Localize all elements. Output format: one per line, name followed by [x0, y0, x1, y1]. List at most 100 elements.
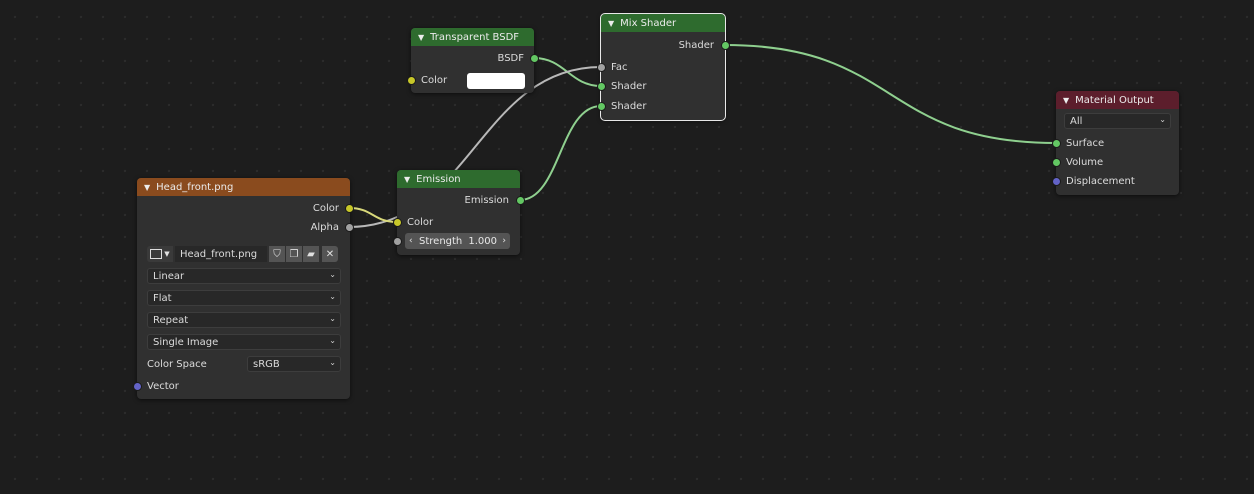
emission-header[interactable]: ▼ Emission: [397, 170, 520, 188]
bsdf-output-row: BSDF: [411, 49, 524, 67]
emission-node[interactable]: ▼ Emission Emission Color ‹ Strength 1.0…: [393, 170, 525, 255]
projection-dropdown[interactable]: Flat ⌄: [147, 290, 341, 306]
emission-output-label: Emission: [464, 194, 510, 206]
close-icon: ✕: [325, 248, 335, 260]
fake-user-button[interactable]: ⛉: [269, 246, 285, 262]
emission-output-row: Emission: [397, 191, 510, 209]
tex-vector-row: Vector: [147, 377, 179, 395]
link-bsdf-to-shader1: [533, 57, 602, 87]
source-dropdown[interactable]: Single Image ⌄: [147, 334, 341, 350]
emission-color-row: Color: [407, 213, 433, 231]
decrement-arrow-icon[interactable]: ‹: [409, 236, 413, 246]
image-texture-node[interactable]: ▼ Head_front.png Color Alpha ▼ Head_fron…: [133, 178, 354, 399]
increment-arrow-icon[interactable]: ›: [502, 236, 506, 246]
chevron-down-icon[interactable]: ▼: [608, 19, 614, 28]
strength-label: Strength: [419, 235, 463, 247]
image-texture-title: Head_front.png: [156, 181, 234, 193]
chevron-down-icon: ⌄: [329, 336, 336, 345]
emission-color-label: Color: [407, 216, 434, 228]
bsdf-color-label-row: Color: [421, 71, 447, 89]
mix-shader2-label: Shader: [611, 100, 647, 112]
projection-value: Flat: [153, 292, 172, 304]
emission-strength-socket[interactable]: [393, 237, 402, 246]
interpolation-value: Linear: [153, 270, 185, 282]
mix-shader1-row: Shader: [611, 77, 646, 95]
tex-color-output-label: Color: [312, 202, 339, 214]
chevron-down-icon[interactable]: ▼: [144, 183, 150, 192]
surface-input-socket[interactable]: [1052, 139, 1061, 148]
mix-shader2-row: Shader: [611, 97, 646, 115]
unlink-image-button[interactable]: ✕: [322, 246, 338, 262]
tex-color-output-row: Color: [137, 199, 339, 217]
strength-value: 1.000: [468, 235, 497, 247]
material-output-node[interactable]: ▼ Material Output All ⌄ Surface Volume D…: [1052, 91, 1179, 195]
color-space-dropdown[interactable]: sRGB ⌄: [247, 356, 341, 372]
tex-vector-input-socket[interactable]: [133, 382, 142, 391]
color-space-label: Color Space: [147, 358, 207, 370]
open-image-button[interactable]: ▰: [303, 246, 319, 262]
chevron-down-icon: ⌄: [329, 292, 336, 301]
output-target-dropdown[interactable]: All ⌄: [1064, 113, 1171, 129]
bsdf-color-swatch[interactable]: [467, 73, 525, 89]
image-texture-header[interactable]: ▼ Head_front.png: [137, 178, 350, 196]
link-shader-to-surface: [724, 44, 1057, 144]
chevron-down-icon: ⌄: [1159, 115, 1166, 124]
link-color-to-emission: [348, 207, 398, 223]
mix-shader-header[interactable]: ▼ Mix Shader: [601, 14, 725, 32]
material-output-header[interactable]: ▼ Material Output: [1056, 91, 1179, 109]
volume-label: Volume: [1066, 156, 1104, 168]
tex-color-output-socket[interactable]: [345, 204, 354, 213]
shield-icon: ⛉: [273, 248, 281, 260]
folder-icon: ▰: [307, 248, 315, 260]
emission-output-socket[interactable]: [516, 196, 525, 205]
tex-alpha-output-row: Alpha: [137, 218, 339, 236]
tex-vector-label: Vector: [147, 380, 179, 392]
mix-output-row: Shader: [601, 36, 714, 54]
mix-shader1-socket[interactable]: [597, 82, 606, 91]
mix-fac-row: Fac: [611, 58, 627, 76]
image-browse-button[interactable]: ▼: [147, 246, 173, 262]
mix-shader1-label: Shader: [611, 80, 647, 92]
mix-output-socket[interactable]: [721, 41, 730, 50]
surface-row: Surface: [1066, 134, 1104, 152]
chevron-down-icon: ▼: [164, 250, 170, 258]
color-space-label-row: Color Space: [147, 355, 207, 373]
extension-dropdown[interactable]: Repeat ⌄: [147, 312, 341, 328]
displacement-input-socket[interactable]: [1052, 177, 1061, 186]
image-icon: [150, 249, 163, 259]
displacement-row: Displacement: [1066, 172, 1135, 190]
image-name-value: Head_front.png: [180, 248, 258, 260]
duplicate-button[interactable]: ❐: [286, 246, 302, 262]
duplicate-icon: ❐: [289, 248, 299, 260]
volume-input-socket[interactable]: [1052, 158, 1061, 167]
mix-shader2-socket[interactable]: [597, 102, 606, 111]
transparent-bsdf-title: Transparent BSDF: [430, 31, 520, 43]
bsdf-output-label: BSDF: [497, 52, 524, 64]
chevron-down-icon: ⌄: [329, 358, 336, 367]
strength-field[interactable]: ‹ Strength 1.000 ›: [405, 233, 510, 249]
bsdf-color-input-socket[interactable]: [407, 76, 416, 85]
chevron-down-icon: ⌄: [329, 314, 336, 323]
link-emission-to-shader2: [519, 105, 602, 201]
image-name-field[interactable]: Head_front.png: [175, 246, 267, 262]
bsdf-color-label: Color: [421, 74, 448, 86]
emission-color-socket[interactable]: [393, 218, 402, 227]
mix-fac-socket[interactable]: [597, 63, 606, 72]
surface-label: Surface: [1066, 137, 1105, 149]
emission-title: Emission: [416, 173, 461, 185]
mix-output-label: Shader: [678, 39, 714, 51]
source-value: Single Image: [153, 336, 219, 348]
transparent-bsdf-header[interactable]: ▼ Transparent BSDF: [411, 28, 534, 46]
transparent-bsdf-node[interactable]: ▼ Transparent BSDF BSDF Color: [407, 28, 539, 93]
chevron-down-icon[interactable]: ▼: [404, 175, 410, 184]
bsdf-output-socket[interactable]: [530, 54, 539, 63]
extension-value: Repeat: [153, 314, 189, 326]
tex-alpha-output-socket[interactable]: [345, 223, 354, 232]
chevron-down-icon[interactable]: ▼: [1063, 96, 1069, 105]
interpolation-dropdown[interactable]: Linear ⌄: [147, 268, 341, 284]
mix-shader-title: Mix Shader: [620, 17, 677, 29]
mix-shader-node[interactable]: ▼ Mix Shader Shader Fac Shader Shader: [597, 13, 730, 121]
volume-row: Volume: [1066, 153, 1103, 171]
mix-fac-label: Fac: [611, 61, 628, 73]
chevron-down-icon[interactable]: ▼: [418, 33, 424, 42]
